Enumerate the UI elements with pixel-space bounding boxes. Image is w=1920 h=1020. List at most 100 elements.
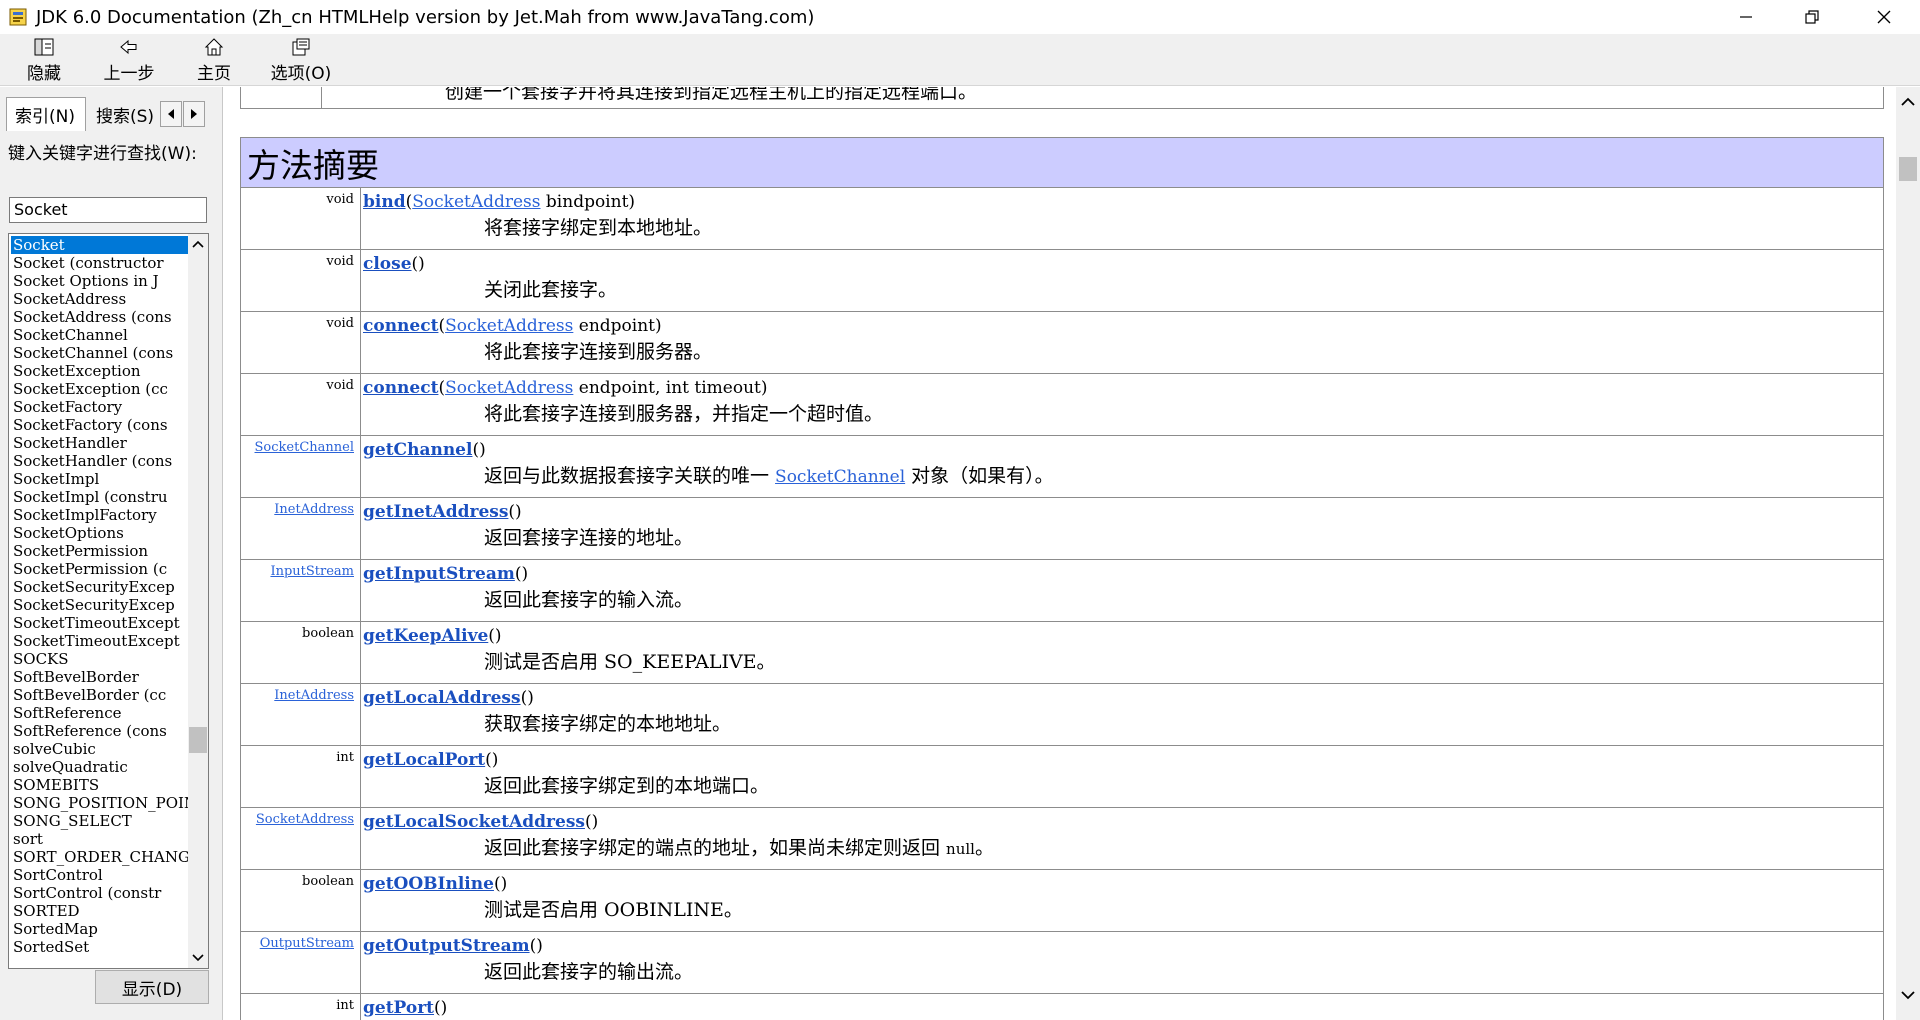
return-type-link[interactable]: InetAddress <box>274 502 354 517</box>
chevron-up-icon <box>1901 97 1915 106</box>
method-name-link[interactable]: getOutputStream <box>363 936 530 956</box>
list-item[interactable]: SortControl <box>11 866 189 884</box>
list-item[interactable]: SocketSecurityExcep <box>11 578 189 596</box>
list-item[interactable]: SoftBevelBorder (cc <box>11 686 189 704</box>
method-name-link[interactable]: getInputStream <box>363 564 515 584</box>
triangle-right-icon <box>191 109 197 119</box>
index-list-scroll-thumb[interactable] <box>189 727 207 753</box>
method-description: 返回与此数据报套接字关联的唯一 SocketChannel 对象（如果有）。 <box>363 461 1883 488</box>
close-icon <box>1877 10 1891 24</box>
method-name-link[interactable]: getLocalAddress <box>363 688 521 708</box>
minimize-button[interactable] <box>1717 0 1775 34</box>
list-item[interactable]: SoftReference (cons <box>11 722 189 740</box>
params-open: () <box>514 564 529 584</box>
table-row: void bind(SocketAddress bindpoint) 将套接字绑定到… <box>240 187 1884 250</box>
index-list[interactable]: Socket Socket (constructor Socket Options … <box>8 233 209 969</box>
pane-splitter[interactable] <box>217 87 223 1020</box>
hide-button[interactable]: 隐藏 <box>20 36 68 84</box>
table-row: SocketChannel getChannel() 返回与此数据报套接字关联的唯一… <box>240 435 1884 498</box>
table-row: boolean getKeepAlive() 测试是否启用 SO_KEEPALIVE… <box>240 621 1884 684</box>
method-name-link[interactable]: connect <box>363 316 438 336</box>
back-button[interactable]: 上一步 <box>98 36 160 84</box>
list-item[interactable]: SocketPermission (c <box>11 560 189 578</box>
return-type: boolean <box>302 626 354 641</box>
content-scroll-thumb[interactable] <box>1899 157 1917 181</box>
list-item[interactable]: SOCKS <box>11 650 189 668</box>
method-name-link[interactable]: getLocalSocketAddress <box>363 812 585 832</box>
list-item[interactable]: SocketPermission <box>11 542 189 560</box>
return-type-link[interactable]: SocketAddress <box>256 812 354 827</box>
return-type-cell: boolean <box>240 621 361 684</box>
list-item[interactable]: SoftBevelBorder <box>11 668 189 686</box>
return-type-link[interactable]: SocketChannel <box>255 440 354 455</box>
list-item[interactable]: SocketImplFactory <box>11 506 189 524</box>
list-item[interactable]: SOMEBITS <box>11 776 189 794</box>
method-name-link[interactable]: connect <box>363 378 438 398</box>
restore-button[interactable] <box>1783 0 1841 34</box>
list-item[interactable]: SONG_SELECT <box>11 812 189 830</box>
list-item[interactable]: SocketAddress <box>11 290 189 308</box>
list-item[interactable]: SocketException <box>11 362 189 380</box>
description-text: 返回此套接字的输出流。 <box>484 961 694 983</box>
list-item[interactable]: SocketAddress (cons <box>11 308 189 326</box>
method-name-link[interactable]: close <box>363 254 412 274</box>
list-item[interactable]: SortedMap <box>11 920 189 938</box>
list-item[interactable]: Socket (constructor <box>11 254 189 272</box>
method-name-link[interactable]: bind <box>363 192 406 212</box>
return-type-cell: OutputStream <box>240 931 361 994</box>
keyword-input[interactable]: Socket <box>9 197 207 223</box>
list-item[interactable]: SocketFactory (cons <box>11 416 189 434</box>
list-item[interactable]: SocketImpl <box>11 470 189 488</box>
param-type-link[interactable]: SocketAddress <box>412 192 540 212</box>
return-type: int <box>336 998 354 1013</box>
description-code-link[interactable]: SocketChannel <box>775 467 905 487</box>
method-cell: getOOBInline() 测试是否启用 OOBINLINE。 <box>360 869 1884 932</box>
list-item[interactable]: SocketChannel <box>11 326 189 344</box>
return-type-link[interactable]: OutputStream <box>260 936 354 951</box>
list-item[interactable]: SocketFactory <box>11 398 189 416</box>
description-text: 返回此套接字的输入流。 <box>484 589 694 611</box>
list-item[interactable]: SocketImpl (constru <box>11 488 189 506</box>
return-type-link[interactable]: InputStream <box>270 564 354 579</box>
index-list-scrollbar[interactable] <box>188 234 208 968</box>
method-name-link[interactable]: getPort <box>363 998 434 1018</box>
param-type-link[interactable]: SocketAddress <box>445 378 573 398</box>
list-item[interactable]: SocketHandler (cons <box>11 452 189 470</box>
method-name-link[interactable]: getLocalPort <box>363 750 485 770</box>
list-item[interactable]: SocketHandler <box>11 434 189 452</box>
method-name-link[interactable]: getKeepAlive <box>363 626 488 646</box>
display-button[interactable]: 显示(D) <box>95 970 209 1004</box>
list-item[interactable]: SORT_ORDER_CHANGED <box>11 848 189 866</box>
tab-scroll-right-button[interactable] <box>183 101 205 127</box>
return-type-link[interactable]: InetAddress <box>274 688 354 703</box>
method-name-link[interactable]: getChannel <box>363 440 472 460</box>
close-button[interactable] <box>1855 0 1913 34</box>
table-row: InputStream getInputStream() 返回此套接字的输入流。 <box>240 559 1884 622</box>
list-item[interactable]: solveCubic <box>11 740 189 758</box>
list-item[interactable]: SortControl (constr <box>11 884 189 902</box>
list-item[interactable]: SocketTimeoutExcept <box>11 614 189 632</box>
home-button[interactable]: 主页 <box>192 36 236 84</box>
list-item[interactable]: SocketSecurityExcep <box>11 596 189 614</box>
options-button[interactable]: 选项(O) <box>266 36 336 84</box>
list-item[interactable]: SocketOptions <box>11 524 189 542</box>
list-item[interactable]: solveQuadratic <box>11 758 189 776</box>
list-item[interactable]: SocketException (cc <box>11 380 189 398</box>
method-name-link[interactable]: getOOBInline <box>363 874 494 894</box>
param-type-link[interactable]: SocketAddress <box>445 316 573 336</box>
list-item[interactable]: Socket <box>11 236 189 254</box>
list-item[interactable]: SoftReference <box>11 704 189 722</box>
list-item[interactable]: SocketChannel (cons <box>11 344 189 362</box>
list-item[interactable]: Socket Options in J <box>11 272 189 290</box>
list-item[interactable]: SocketTimeoutExcept <box>11 632 189 650</box>
list-item[interactable]: SONG_POSITION_POINT <box>11 794 189 812</box>
list-item[interactable]: SortedSet <box>11 938 189 956</box>
list-item[interactable]: SORTED <box>11 902 189 920</box>
tab-scroll-left-button[interactable] <box>160 101 182 127</box>
list-item[interactable]: sort <box>11 830 189 848</box>
method-name-link[interactable]: getInetAddress <box>363 502 508 522</box>
content-scrollbar[interactable] <box>1896 87 1920 1020</box>
tab-index[interactable]: 索引(N) <box>6 97 86 131</box>
tab-search[interactable]: 搜索(S) <box>88 97 156 131</box>
method-cell: getChannel() 返回与此数据报套接字关联的唯一 SocketChanne… <box>360 435 1884 498</box>
